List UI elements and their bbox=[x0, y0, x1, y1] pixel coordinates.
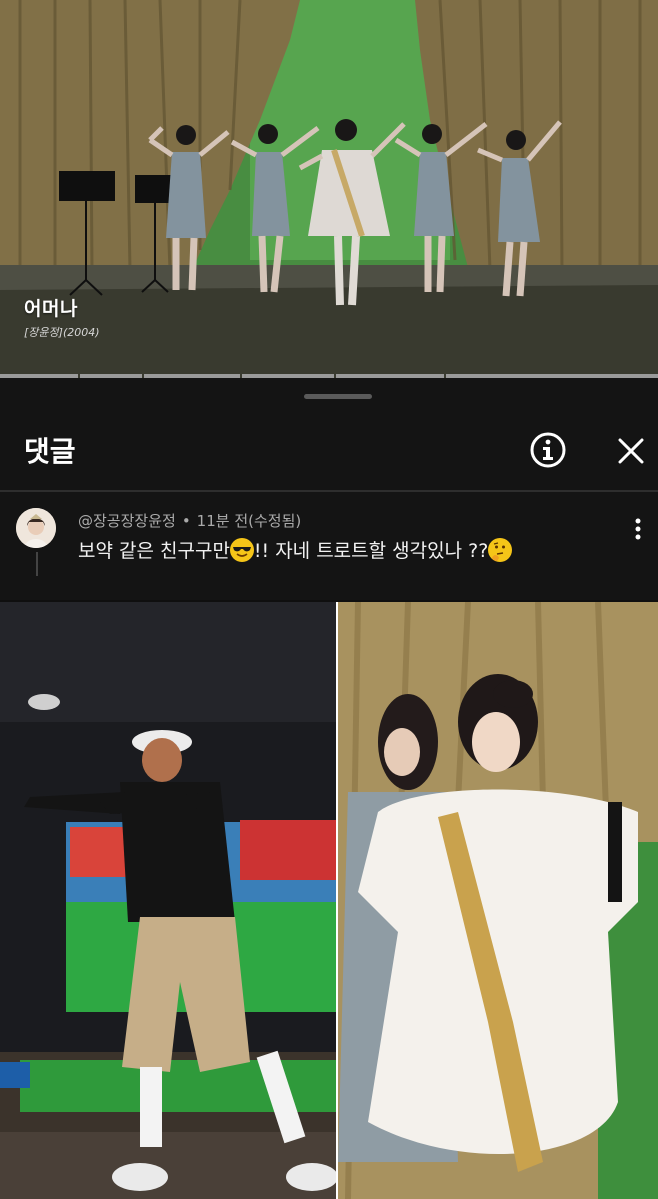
song-subtitle: [장윤정](2004) bbox=[24, 326, 100, 339]
golf-simulator-dance-image bbox=[0, 602, 336, 1199]
avatar-image bbox=[16, 508, 56, 548]
comment-text: 보약 같은 친구구만 !! 자네 트로트할 생각있나 ?? bbox=[78, 536, 513, 563]
avatar[interactable] bbox=[16, 508, 56, 548]
thread-line bbox=[36, 552, 38, 576]
info-icon bbox=[530, 432, 566, 468]
smiling-face-with-sunglasses-icon bbox=[229, 538, 254, 562]
comment-item[interactable]: @장공장장윤정 • 11분 전(수정됨) 보약 같은 친구구만 !! 자네 트로트할 … bbox=[0, 500, 658, 580]
close-icon bbox=[618, 438, 644, 464]
thinking-face-icon bbox=[488, 538, 513, 562]
comment-meta: @장공장장윤정 • 11분 전(수정됨) bbox=[78, 510, 301, 531]
video-player[interactable]: 어머나 [장윤정](2004) bbox=[0, 0, 658, 378]
stage-performer-image bbox=[338, 602, 658, 1199]
close-button[interactable] bbox=[614, 434, 648, 468]
more-vert-icon bbox=[635, 518, 641, 540]
comment-text-part1: 보약 같은 친구구만 bbox=[78, 540, 230, 562]
comments-title: 댓글 bbox=[24, 435, 76, 468]
song-caption: 어머나 [장윤정](2004) bbox=[24, 294, 100, 340]
golf-simulator-photo bbox=[0, 602, 336, 1199]
comment-more-button[interactable] bbox=[628, 514, 648, 544]
comment-text-part2: !! 자네 트로트할 생각있나 ?? bbox=[253, 540, 489, 562]
drag-handle[interactable] bbox=[304, 394, 372, 399]
meta-separator: • bbox=[181, 512, 191, 530]
info-button[interactable] bbox=[528, 430, 568, 470]
song-title: 어머나 bbox=[24, 298, 78, 320]
comment-time: 11분 전(수정됨) bbox=[196, 512, 302, 530]
stage-performer-photo bbox=[338, 602, 658, 1199]
comments-sheet: 댓글 @장공장장윤정 • 11분 전(수정됨) 보약 같은 친구구만 !! 자네… bbox=[0, 378, 658, 600]
comment-author[interactable]: @장공장장윤정 bbox=[78, 512, 176, 530]
header-divider bbox=[0, 490, 658, 492]
